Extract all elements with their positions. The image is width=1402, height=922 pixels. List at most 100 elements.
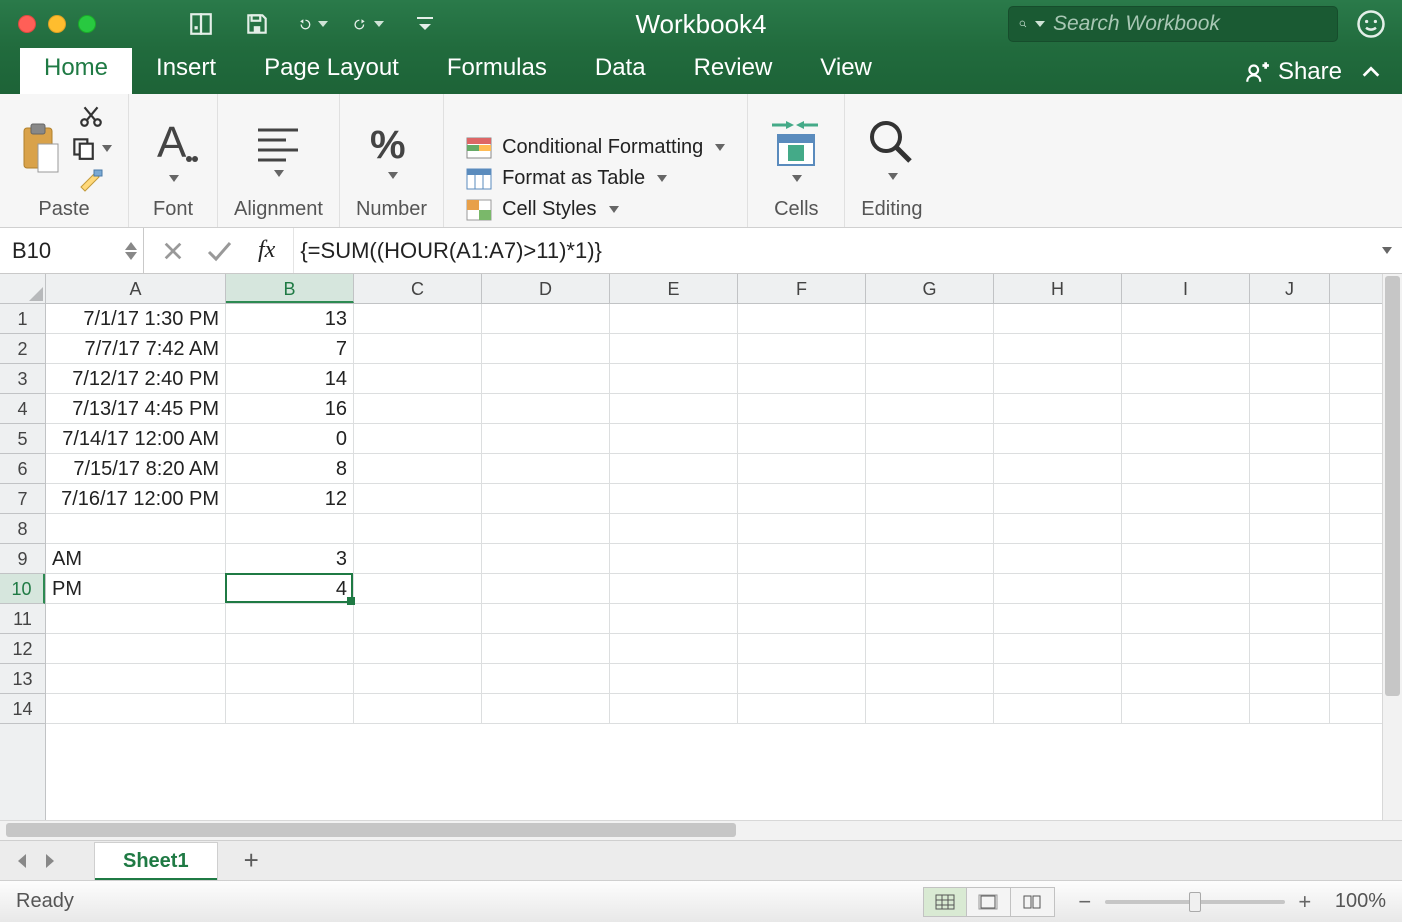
cell[interactable]: 13 bbox=[226, 304, 354, 333]
row-header[interactable]: 11 bbox=[0, 604, 45, 634]
cell[interactable] bbox=[610, 334, 738, 363]
cell[interactable]: 7/12/17 2:40 PM bbox=[46, 364, 226, 393]
cell[interactable] bbox=[226, 514, 354, 543]
cell[interactable] bbox=[994, 394, 1122, 423]
cell[interactable] bbox=[738, 304, 866, 333]
cell[interactable] bbox=[482, 604, 610, 633]
cell[interactable] bbox=[738, 364, 866, 393]
font-button[interactable]: A bbox=[145, 115, 201, 182]
formula-expand-icon[interactable] bbox=[1382, 247, 1392, 254]
format-painter-button[interactable] bbox=[77, 167, 105, 193]
cell[interactable] bbox=[226, 634, 354, 663]
cell[interactable] bbox=[610, 304, 738, 333]
cell[interactable] bbox=[610, 574, 738, 603]
cell[interactable] bbox=[1122, 424, 1250, 453]
cell[interactable] bbox=[46, 664, 226, 693]
cell[interactable] bbox=[1122, 514, 1250, 543]
column-header[interactable]: E bbox=[610, 274, 738, 303]
name-box-spinner[interactable] bbox=[125, 242, 137, 260]
cell[interactable] bbox=[482, 574, 610, 603]
cell[interactable] bbox=[482, 484, 610, 513]
cell[interactable]: 3 bbox=[226, 544, 354, 573]
cell[interactable]: 7/7/17 7:42 AM bbox=[46, 334, 226, 363]
feedback-smiley-icon[interactable] bbox=[1356, 9, 1386, 39]
cell[interactable] bbox=[1122, 634, 1250, 663]
zoom-in-button[interactable]: + bbox=[1295, 889, 1315, 915]
cell[interactable] bbox=[994, 334, 1122, 363]
cell[interactable]: PM bbox=[46, 574, 226, 603]
cell[interactable] bbox=[866, 394, 994, 423]
column-header[interactable]: B bbox=[226, 274, 354, 303]
cell[interactable] bbox=[610, 394, 738, 423]
fx-label[interactable]: fx bbox=[258, 237, 275, 264]
cell[interactable] bbox=[1250, 334, 1330, 363]
cell[interactable] bbox=[1122, 364, 1250, 393]
share-button[interactable]: Share bbox=[1244, 58, 1342, 86]
tab-view[interactable]: View bbox=[796, 44, 896, 94]
search-dropdown-icon[interactable] bbox=[1035, 21, 1045, 27]
tab-formulas[interactable]: Formulas bbox=[423, 44, 571, 94]
cell[interactable] bbox=[866, 574, 994, 603]
cell[interactable]: 7/13/17 4:45 PM bbox=[46, 394, 226, 423]
redo-button[interactable] bbox=[354, 10, 384, 38]
cell[interactable] bbox=[1250, 604, 1330, 633]
qat-customize-button[interactable] bbox=[410, 10, 440, 38]
row-header[interactable]: 4 bbox=[0, 394, 45, 424]
row-header[interactable]: 7 bbox=[0, 484, 45, 514]
zoom-level[interactable]: 100% bbox=[1335, 890, 1386, 913]
column-header[interactable]: A bbox=[46, 274, 226, 303]
cell[interactable] bbox=[1250, 694, 1330, 723]
cell[interactable] bbox=[1122, 664, 1250, 693]
cell[interactable] bbox=[610, 514, 738, 543]
row-header[interactable]: 10 bbox=[0, 574, 45, 604]
row-header[interactable]: 14 bbox=[0, 694, 45, 724]
cell[interactable] bbox=[610, 694, 738, 723]
formula-input[interactable]: {=SUM((HOUR(A1:A7)>11)*1)} bbox=[293, 228, 1402, 273]
page-break-view-button[interactable] bbox=[1011, 887, 1055, 917]
cell[interactable] bbox=[482, 334, 610, 363]
cell[interactable] bbox=[482, 304, 610, 333]
sheet-prev-icon[interactable] bbox=[14, 852, 30, 870]
fullscreen-window-button[interactable] bbox=[78, 15, 96, 33]
search-input[interactable] bbox=[1053, 12, 1327, 36]
cell[interactable] bbox=[610, 604, 738, 633]
add-sheet-button[interactable]: + bbox=[244, 845, 259, 876]
cell[interactable] bbox=[994, 574, 1122, 603]
cell[interactable]: 7/14/17 12:00 AM bbox=[46, 424, 226, 453]
cell[interactable] bbox=[1250, 424, 1330, 453]
format-as-table-button[interactable]: Format as Table bbox=[466, 167, 725, 190]
cell[interactable] bbox=[610, 634, 738, 663]
cell[interactable] bbox=[354, 694, 482, 723]
column-header[interactable]: D bbox=[482, 274, 610, 303]
cell[interactable] bbox=[1122, 394, 1250, 423]
cell[interactable] bbox=[46, 514, 226, 543]
cell[interactable] bbox=[610, 364, 738, 393]
select-all-corner[interactable] bbox=[0, 274, 46, 303]
alignment-button[interactable] bbox=[250, 120, 306, 177]
cell[interactable]: 4 bbox=[226, 574, 354, 603]
cell[interactable] bbox=[1122, 484, 1250, 513]
conditional-formatting-button[interactable]: Conditional Formatting bbox=[466, 136, 725, 159]
cell[interactable] bbox=[738, 574, 866, 603]
cell[interactable] bbox=[994, 364, 1122, 393]
cell[interactable] bbox=[1250, 514, 1330, 543]
column-header[interactable]: H bbox=[994, 274, 1122, 303]
cell[interactable] bbox=[354, 334, 482, 363]
search-box[interactable] bbox=[1008, 6, 1338, 42]
cell[interactable] bbox=[1250, 664, 1330, 693]
cell[interactable] bbox=[1122, 574, 1250, 603]
paste-button[interactable] bbox=[16, 120, 62, 176]
row-header[interactable]: 6 bbox=[0, 454, 45, 484]
cell[interactable] bbox=[354, 544, 482, 573]
cell[interactable] bbox=[866, 364, 994, 393]
cell[interactable] bbox=[354, 664, 482, 693]
minimize-window-button[interactable] bbox=[48, 15, 66, 33]
cell[interactable] bbox=[354, 454, 482, 483]
normal-view-button[interactable] bbox=[923, 887, 967, 917]
cell[interactable] bbox=[1250, 364, 1330, 393]
cell[interactable]: 7/16/17 12:00 PM bbox=[46, 484, 226, 513]
cell[interactable] bbox=[226, 664, 354, 693]
tab-review[interactable]: Review bbox=[670, 44, 797, 94]
zoom-slider[interactable]: − + bbox=[1075, 889, 1315, 915]
cell[interactable] bbox=[994, 514, 1122, 543]
